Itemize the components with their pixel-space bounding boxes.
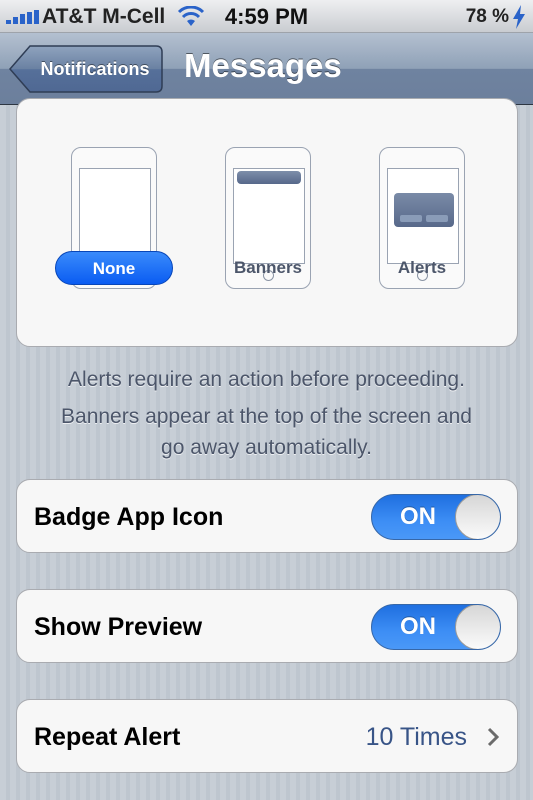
alert-style-alerts-label[interactable]: Alerts [363,251,481,285]
description-line: Banners appear at the top of the screen … [61,405,472,428]
description-line: go away automatically. [161,436,372,459]
phone-screen [387,168,459,264]
phone-screen [79,168,151,264]
status-bar: AT&T M-Cell 4:59 PM 78 % [0,0,533,33]
badge-app-icon-row: Badge App Icon ON [16,479,518,553]
repeat-alert-value: 10 Times [365,723,467,751]
page-title: Messages [184,47,342,84]
status-time: 4:59 PM [224,4,309,29]
badge-app-icon-label: Badge App Icon [34,503,224,531]
chevron-right-icon [487,727,499,747]
battery-percentage: 78 % [465,6,509,27]
navigation-bar: Notifications Messages [0,33,533,105]
repeat-alert-label: Repeat Alert [34,723,181,751]
description-line: Alerts require an action before proceedi… [68,368,465,391]
charging-bolt-icon [513,5,525,29]
show-preview-label: Show Preview [34,613,203,641]
toggle-state-label: ON [400,503,436,530]
back-button[interactable]: Notifications [8,44,164,94]
alert-preview-button [400,215,422,222]
alert-style-none-label[interactable]: None [55,251,173,285]
toggle-knob [455,495,500,539]
alert-style-banners-label[interactable]: Banners [209,251,327,285]
phone-screen [233,168,305,264]
alert-preview [394,193,454,227]
back-button-label: Notifications [40,59,150,79]
banner-preview [237,171,301,184]
show-preview-toggle[interactable]: ON [371,604,501,650]
show-preview-row: Show Preview ON [16,589,518,663]
toggle-knob [455,605,500,649]
alert-preview-button [426,215,448,222]
badge-app-icon-toggle[interactable]: ON [371,494,501,540]
alert-style-panel: None Banners Alerts [16,98,518,347]
toggle-state-label: ON [400,613,436,640]
repeat-alert-row[interactable]: Repeat Alert 10 Times [16,699,518,773]
